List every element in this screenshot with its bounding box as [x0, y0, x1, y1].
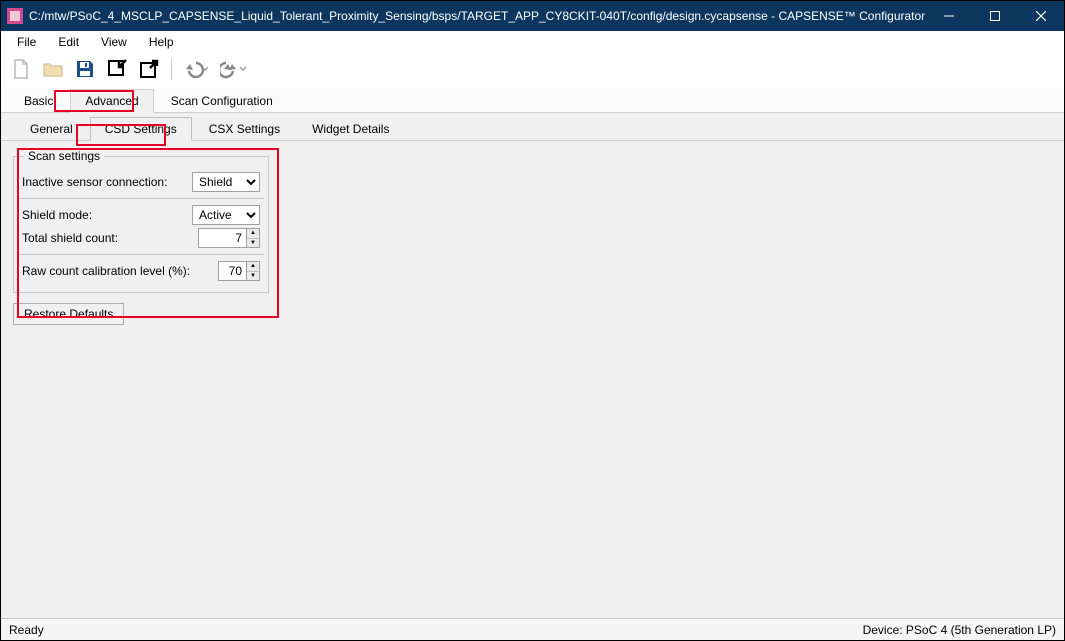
tab-csx-settings[interactable]: CSX Settings — [194, 117, 295, 140]
status-left: Ready — [9, 623, 44, 637]
window-title: C:/mtw/PSoC_4_MSCLP_CAPSENSE_Liquid_Tole… — [29, 9, 926, 23]
status-right: Device: PSoC 4 (5th Generation LP) — [863, 623, 1056, 637]
inactive-sensor-label: Inactive sensor connection: — [22, 175, 167, 189]
restore-defaults-button[interactable]: Restore Defaults — [13, 303, 124, 325]
maximize-button[interactable] — [972, 1, 1018, 31]
export-icon[interactable] — [135, 55, 163, 83]
new-file-icon[interactable] — [7, 55, 35, 83]
scan-settings-legend: Scan settings — [24, 149, 104, 163]
app-icon — [7, 8, 23, 24]
window-controls — [926, 1, 1064, 31]
tab-general[interactable]: General — [15, 117, 88, 140]
shield-mode-select[interactable]: Active — [192, 205, 260, 225]
divider — [18, 198, 264, 199]
row-raw-count: Raw count calibration level (%): ▲ ▼ — [22, 261, 260, 281]
spin-up-icon[interactable]: ▲ — [247, 262, 259, 272]
tab-scan-configuration[interactable]: Scan Configuration — [156, 89, 288, 112]
undo-icon[interactable] — [180, 55, 214, 83]
toolbar — [1, 53, 1064, 87]
toolbar-separator — [171, 58, 172, 80]
total-shield-label: Total shield count: — [22, 231, 118, 245]
tabs-main: Basic Advanced Scan Configuration — [1, 87, 1064, 113]
raw-count-input[interactable] — [218, 261, 246, 281]
scan-settings-group: Scan settings Inactive sensor connection… — [13, 149, 269, 293]
titlebar: C:/mtw/PSoC_4_MSCLP_CAPSENSE_Liquid_Tole… — [1, 1, 1064, 31]
divider — [18, 254, 264, 255]
menu-help[interactable]: Help — [139, 33, 184, 51]
tab-csd-settings[interactable]: CSD Settings — [90, 117, 192, 141]
row-total-shield: Total shield count: ▲ ▼ — [22, 228, 260, 248]
raw-count-label: Raw count calibration level (%): — [22, 264, 190, 278]
shield-mode-label: Shield mode: — [22, 208, 92, 222]
row-inactive-sensor: Inactive sensor connection: Shield — [22, 172, 260, 192]
spin-down-icon[interactable]: ▼ — [247, 239, 259, 248]
spin-up-icon[interactable]: ▲ — [247, 229, 259, 239]
inactive-sensor-select[interactable]: Shield — [192, 172, 260, 192]
menu-view[interactable]: View — [91, 33, 137, 51]
raw-count-spinner[interactable]: ▲ ▼ — [246, 261, 260, 281]
tab-basic[interactable]: Basic — [9, 89, 68, 112]
statusbar: Ready Device: PSoC 4 (5th Generation LP) — [1, 618, 1064, 640]
menubar: File Edit View Help — [1, 31, 1064, 53]
total-shield-spinner[interactable]: ▲ ▼ — [246, 228, 260, 248]
row-shield-mode: Shield mode: Active — [22, 205, 260, 225]
menu-file[interactable]: File — [7, 33, 46, 51]
import-icon[interactable] — [103, 55, 131, 83]
total-shield-input[interactable] — [198, 228, 246, 248]
tab-advanced[interactable]: Advanced — [70, 89, 153, 113]
spin-down-icon[interactable]: ▼ — [247, 272, 259, 281]
close-button[interactable] — [1018, 1, 1064, 31]
save-icon[interactable] — [71, 55, 99, 83]
content-area: Scan settings Inactive sensor connection… — [1, 141, 1064, 618]
minimize-button[interactable] — [926, 1, 972, 31]
open-folder-icon[interactable] — [39, 55, 67, 83]
menu-edit[interactable]: Edit — [48, 33, 89, 51]
tabs-sub: General CSD Settings CSX Settings Widget… — [1, 113, 1064, 141]
redo-icon[interactable] — [218, 55, 252, 83]
tab-widget-details[interactable]: Widget Details — [297, 117, 404, 140]
